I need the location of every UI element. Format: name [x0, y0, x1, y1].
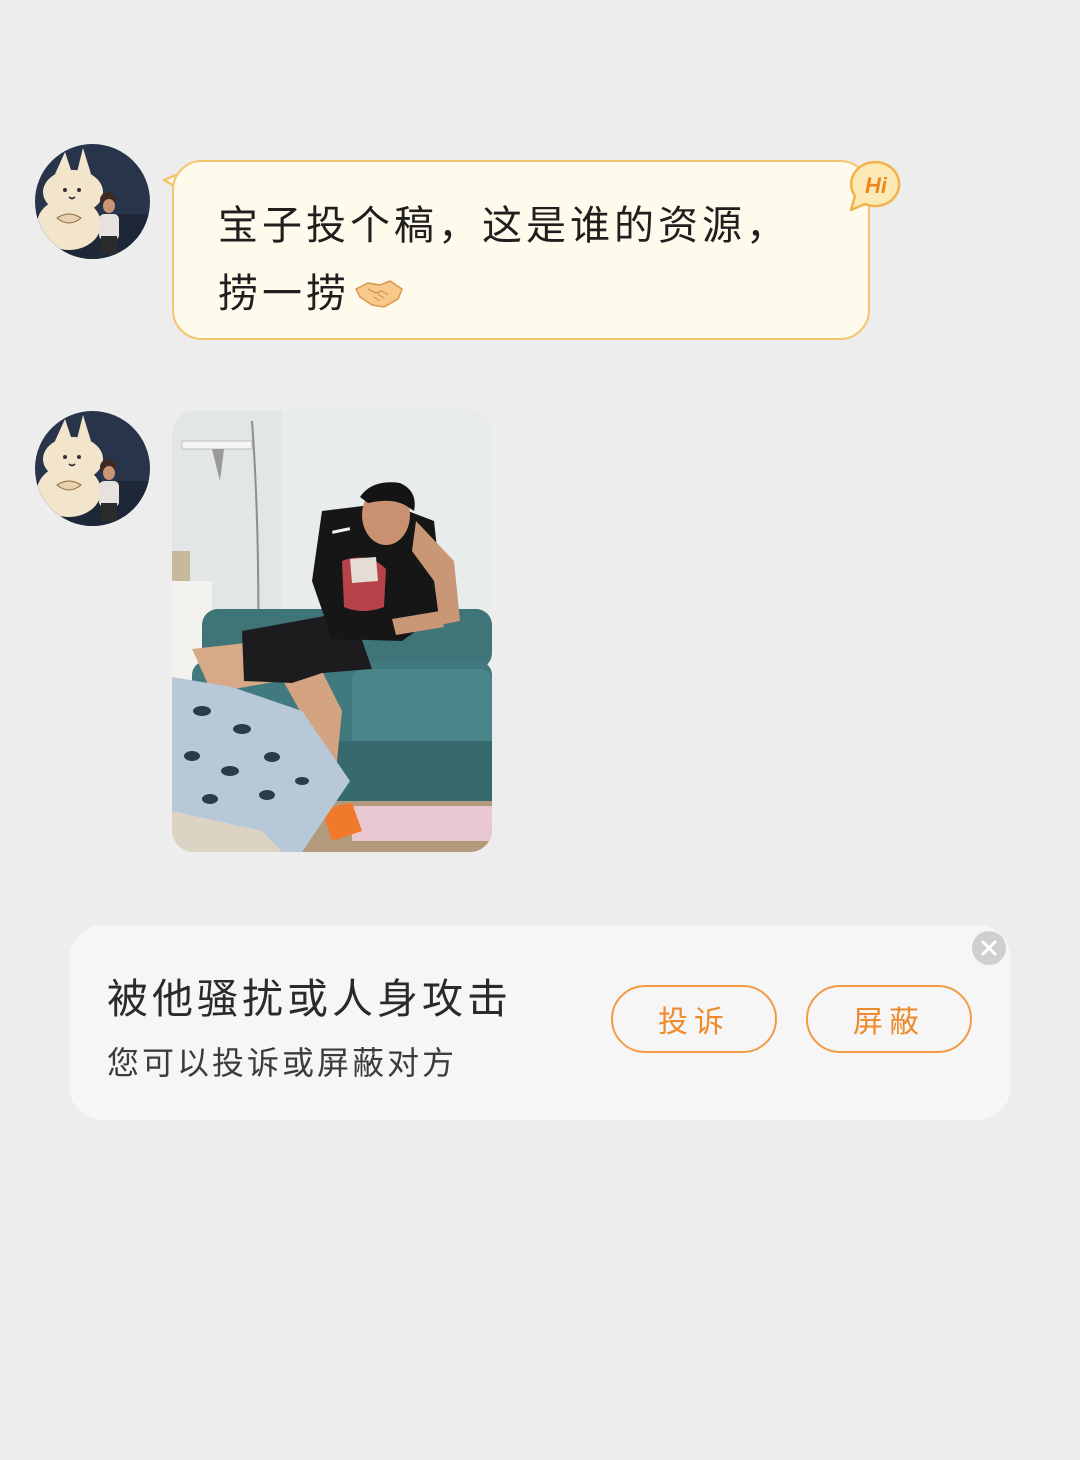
- message-text: 宝子投个稿，这是谁的资源，捞一捞: [218, 192, 824, 328]
- sender-avatar[interactable]: [35, 411, 150, 526]
- hi-badge-icon: Hi: [847, 160, 905, 212]
- sender-avatar[interactable]: [35, 144, 150, 259]
- image-message[interactable]: [172, 411, 492, 852]
- handshake-emoji-icon: [355, 280, 403, 308]
- hi-badge-label: Hi: [865, 173, 888, 198]
- message-bubble[interactable]: 宝子投个稿，这是谁的资源，捞一捞: [172, 160, 870, 340]
- report-title: 被他骚扰或人身攻击: [107, 975, 512, 1023]
- message-text-content: 宝子投个稿，这是谁的资源，捞一捞: [218, 203, 790, 317]
- report-subtitle: 您可以投诉或屏蔽对方: [107, 1044, 458, 1082]
- complain-button[interactable]: 投诉: [611, 985, 777, 1053]
- close-icon[interactable]: [972, 931, 1006, 965]
- harassment-report-card: 被他骚扰或人身攻击 您可以投诉或屏蔽对方 投诉 屏蔽: [69, 925, 1011, 1120]
- block-button[interactable]: 屏蔽: [806, 985, 972, 1053]
